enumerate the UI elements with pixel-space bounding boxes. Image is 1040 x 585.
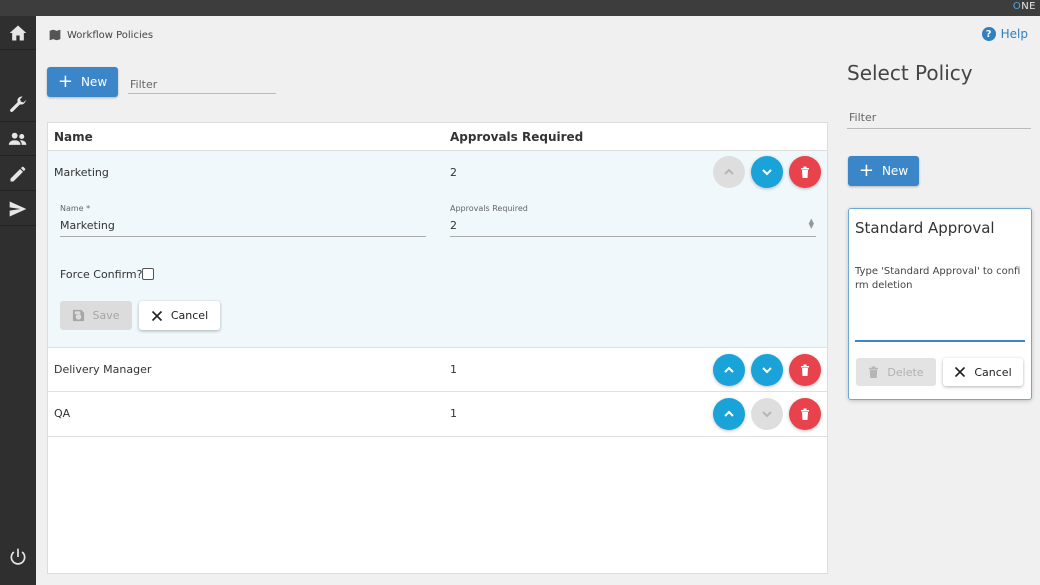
power-icon [10, 548, 26, 565]
input-underline [855, 340, 1025, 342]
send-icon [9, 201, 27, 216]
row-approvals: 1 [450, 363, 457, 376]
row-name: Delivery Manager [54, 363, 152, 376]
table-header: Name Approvals Required [48, 123, 827, 151]
row-name: QA [54, 407, 71, 420]
edit-button[interactable] [0, 157, 36, 191]
delete-row-button[interactable] [789, 398, 821, 430]
breadcrumb: Workflow Policies [48, 28, 153, 42]
column-header-name: Name [54, 130, 93, 144]
force-confirm-label: Force Confirm? [60, 268, 143, 281]
policies-table: Name Approvals Required Marketing 2 Name… [47, 122, 828, 574]
row-approvals: 1 [450, 407, 457, 420]
trash-icon [801, 408, 809, 420]
policy-filter-input[interactable]: Filter [847, 109, 1031, 129]
trash-icon [801, 364, 809, 376]
move-down-button[interactable] [751, 156, 783, 188]
force-confirm-checkbox[interactable] [142, 268, 154, 280]
chevron-up-icon [724, 366, 734, 373]
help-link[interactable]: ? Help [981, 27, 1028, 41]
home-button[interactable] [0, 16, 36, 50]
new-policy-button[interactable]: + New [47, 67, 118, 97]
move-up-button[interactable] [713, 398, 745, 430]
name-field[interactable]: Marketing [60, 219, 426, 237]
select-policy-title: Select Policy [847, 61, 973, 85]
delete-button[interactable]: Delete [856, 358, 936, 386]
plus-icon: + [57, 71, 73, 92]
close-icon [955, 366, 966, 378]
help-icon: ? [981, 27, 996, 41]
trash-icon [801, 166, 809, 178]
save-button[interactable]: Save [60, 301, 132, 330]
brand-logo: ONE [1012, 1, 1036, 12]
dialog-cancel-button[interactable]: Cancel [943, 358, 1023, 386]
close-icon [151, 310, 162, 321]
stepper-icon[interactable]: ▲ ▼ [809, 218, 814, 230]
move-up-button[interactable] [713, 354, 745, 386]
move-up-button[interactable] [713, 156, 745, 188]
send-button[interactable] [0, 192, 36, 226]
approvals-field-label: Approvals Required [450, 204, 528, 213]
row-approvals: 2 [450, 166, 457, 179]
tools-button[interactable] [0, 88, 36, 122]
approvals-field[interactable]: 2 ▲ ▼ [450, 218, 816, 237]
chevron-up-icon [724, 410, 734, 417]
delete-confirm-dialog: Standard Approval Type 'Standard Approva… [848, 208, 1032, 400]
save-icon [73, 309, 85, 322]
table-row[interactable]: Marketing 2 Name * Marketing Approvals R… [48, 151, 827, 348]
chevron-up-icon [724, 168, 734, 175]
confirm-text-input[interactable]: Type 'Standard Approval' to confirm dele… [855, 265, 1023, 293]
page-title: Workflow Policies [67, 29, 154, 41]
main-content: Workflow Policies ? Help + New Filter Na… [36, 16, 1040, 585]
column-header-approvals: Approvals Required [450, 130, 584, 144]
table-row[interactable]: Delivery Manager 1 [48, 348, 827, 392]
chevron-down-icon [762, 411, 772, 418]
map-icon [49, 29, 61, 41]
chevron-down-icon [762, 169, 772, 176]
table-row[interactable]: QA 1 [48, 392, 827, 437]
delete-row-button[interactable] [789, 156, 821, 188]
power-button[interactable] [0, 540, 36, 574]
trash-icon [869, 366, 879, 378]
dialog-title: Standard Approval [855, 219, 995, 237]
users-icon [8, 132, 27, 145]
name-field-label: Name * [60, 204, 91, 213]
row-name: Marketing [54, 166, 109, 179]
filter-input[interactable]: Filter [128, 76, 276, 94]
top-bar: ONE [0, 0, 1040, 16]
move-down-button[interactable] [751, 398, 783, 430]
wrench-icon [10, 96, 27, 112]
cancel-edit-button[interactable]: Cancel [139, 301, 220, 330]
delete-row-button[interactable] [789, 354, 821, 386]
move-down-button[interactable] [751, 354, 783, 386]
new-policy-button-right[interactable]: + New [848, 156, 919, 186]
home-icon [9, 25, 27, 40]
plus-icon: + [858, 160, 874, 181]
pencil-icon [10, 166, 26, 181]
users-button[interactable] [0, 122, 36, 156]
sidebar [0, 16, 36, 585]
chevron-down-icon [762, 367, 772, 374]
